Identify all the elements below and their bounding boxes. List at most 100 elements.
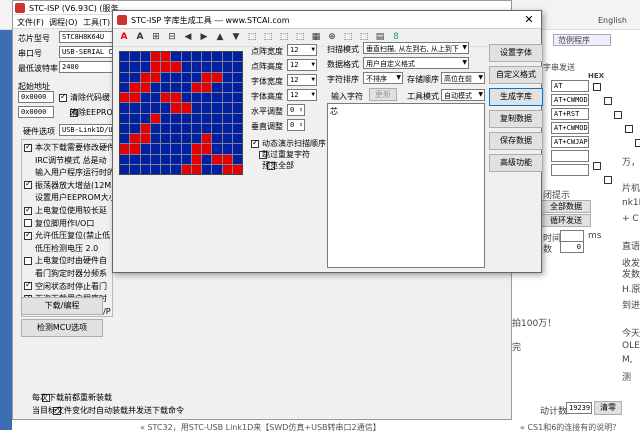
grid-cell[interactable]: [191, 103, 201, 113]
grid-cell[interactable]: [171, 82, 181, 92]
grid-cell[interactable]: [222, 62, 232, 72]
grid-cell[interactable]: [222, 164, 232, 174]
grid-cell[interactable]: [150, 154, 160, 164]
grid-cell[interactable]: [171, 144, 181, 154]
hw-option-checkbox[interactable]: [24, 230, 32, 240]
grid-cell[interactable]: [212, 82, 222, 92]
grid-cell[interactable]: [222, 123, 232, 133]
grid-cell[interactable]: [181, 154, 191, 164]
hex-check-3[interactable]: [614, 110, 623, 119]
grid-cell[interactable]: [202, 52, 212, 62]
grid-cell[interactable]: [202, 62, 212, 72]
grid-cell[interactable]: [130, 154, 140, 164]
grid-cell[interactable]: [150, 62, 160, 72]
grid-cell[interactable]: [150, 93, 160, 103]
grid-cell[interactable]: [232, 154, 242, 164]
grid-cell[interactable]: [202, 154, 212, 164]
grid-cell[interactable]: [150, 144, 160, 154]
toolbar-icon-11[interactable]: ⬚: [293, 30, 307, 44]
update-button[interactable]: 更新: [369, 88, 397, 101]
grid-cell[interactable]: [222, 134, 232, 144]
toolbar-icon-2[interactable]: ⊞: [149, 30, 163, 44]
grid-cell[interactable]: [120, 154, 130, 164]
grid-cell[interactable]: [171, 134, 181, 144]
grid-cell[interactable]: [191, 123, 201, 133]
clear-counter-button[interactable]: 清零: [594, 401, 622, 415]
toolbar-icon-9[interactable]: ⬚: [261, 30, 275, 44]
count-field[interactable]: 0: [560, 241, 584, 253]
hex-check-5[interactable]: [635, 138, 640, 147]
send-field-2[interactable]: AT+CWMODE: [551, 94, 589, 106]
grid-cell[interactable]: [202, 72, 212, 82]
grid-cell[interactable]: [140, 103, 150, 113]
toolbar-icon-5[interactable]: ▶: [197, 30, 211, 44]
input-text-area[interactable]: 芯: [327, 103, 485, 268]
grid-cell[interactable]: [181, 103, 191, 113]
grid-cell[interactable]: [212, 62, 222, 72]
grid-cell[interactable]: [130, 134, 140, 144]
hw-option-checkbox[interactable]: [24, 179, 32, 190]
download-button[interactable]: 下载/编程: [21, 297, 103, 315]
grid-cell[interactable]: [150, 52, 160, 62]
grid-cell[interactable]: [202, 144, 212, 154]
grid-cell[interactable]: [202, 164, 212, 174]
scan-mode-select[interactable]: 垂直扫描, 从左到右, 从上到下 ▼: [363, 42, 469, 54]
grid-cell[interactable]: [120, 144, 130, 154]
grid-cell[interactable]: [130, 52, 140, 62]
grid-cell[interactable]: [232, 134, 242, 144]
chip-select[interactable]: STC8H8K64U: [59, 31, 115, 43]
grid-cell[interactable]: [161, 103, 171, 113]
grid-cell[interactable]: [171, 113, 181, 123]
grid-cell[interactable]: [120, 134, 130, 144]
grid-cell[interactable]: [140, 82, 150, 92]
grid-cell[interactable]: [130, 72, 140, 82]
grid-cell[interactable]: [222, 93, 232, 103]
char-sort-select[interactable]: 不排序 ▼: [363, 72, 403, 84]
menu-tools[interactable]: 工具(T): [83, 17, 110, 28]
hw-option-checkbox[interactable]: [24, 280, 32, 291]
advanced-button[interactable]: 高级功能: [489, 154, 543, 172]
send-field-6[interactable]: [551, 150, 589, 162]
grid-cell[interactable]: [191, 113, 201, 123]
grid-cell[interactable]: [140, 113, 150, 123]
chevron-down-icon[interactable]: ▼: [311, 46, 315, 53]
grid-cell[interactable]: [202, 134, 212, 144]
start-address-1[interactable]: 0x0000: [18, 91, 54, 103]
grid-cell[interactable]: [232, 82, 242, 92]
grid-cell[interactable]: [171, 164, 181, 174]
grid-cell[interactable]: [161, 82, 171, 92]
grid-cell[interactable]: [191, 164, 201, 174]
grid-cell[interactable]: [222, 72, 232, 82]
chevron-down-icon[interactable]: ▼: [311, 76, 315, 83]
grid-cell[interactable]: [212, 164, 222, 174]
param-select[interactable]: 12 ▼: [287, 74, 317, 86]
grid-cell[interactable]: [161, 144, 171, 154]
data-format-select[interactable]: 用户自定义格式 ▼: [363, 57, 469, 69]
grid-cell[interactable]: [161, 154, 171, 164]
grid-cell[interactable]: [161, 123, 171, 133]
grid-cell[interactable]: [181, 123, 191, 133]
grid-cell[interactable]: [222, 82, 232, 92]
grid-cell[interactable]: [120, 72, 130, 82]
check-mcu-button[interactable]: 检测MCU选项: [21, 319, 103, 337]
grid-cell[interactable]: [191, 93, 201, 103]
hw-option-checkbox[interactable]: [24, 205, 32, 215]
grid-cell[interactable]: [222, 154, 232, 164]
grid-cell[interactable]: [130, 62, 140, 72]
grid-cell[interactable]: [232, 164, 242, 174]
copy-data-button[interactable]: 复制数据: [489, 110, 543, 128]
grid-cell[interactable]: [120, 113, 130, 123]
grid-cell[interactable]: [171, 93, 181, 103]
param-select[interactable]: 0 ⇕: [287, 119, 305, 131]
grid-cell[interactable]: [232, 113, 242, 123]
grid-cell[interactable]: [150, 164, 160, 174]
clear-code-check[interactable]: [59, 92, 67, 102]
grid-cell[interactable]: [212, 52, 222, 62]
set-font-button[interactable]: 设置字体: [489, 44, 543, 62]
tab-examples[interactable]: 范例程序: [553, 34, 611, 46]
grid-cell[interactable]: [232, 123, 242, 133]
toolbar-icon-6[interactable]: ▲: [213, 30, 227, 44]
grid-cell[interactable]: [232, 103, 242, 113]
grid-cell[interactable]: [222, 103, 232, 113]
menu-program[interactable]: 调程(O): [49, 17, 78, 28]
